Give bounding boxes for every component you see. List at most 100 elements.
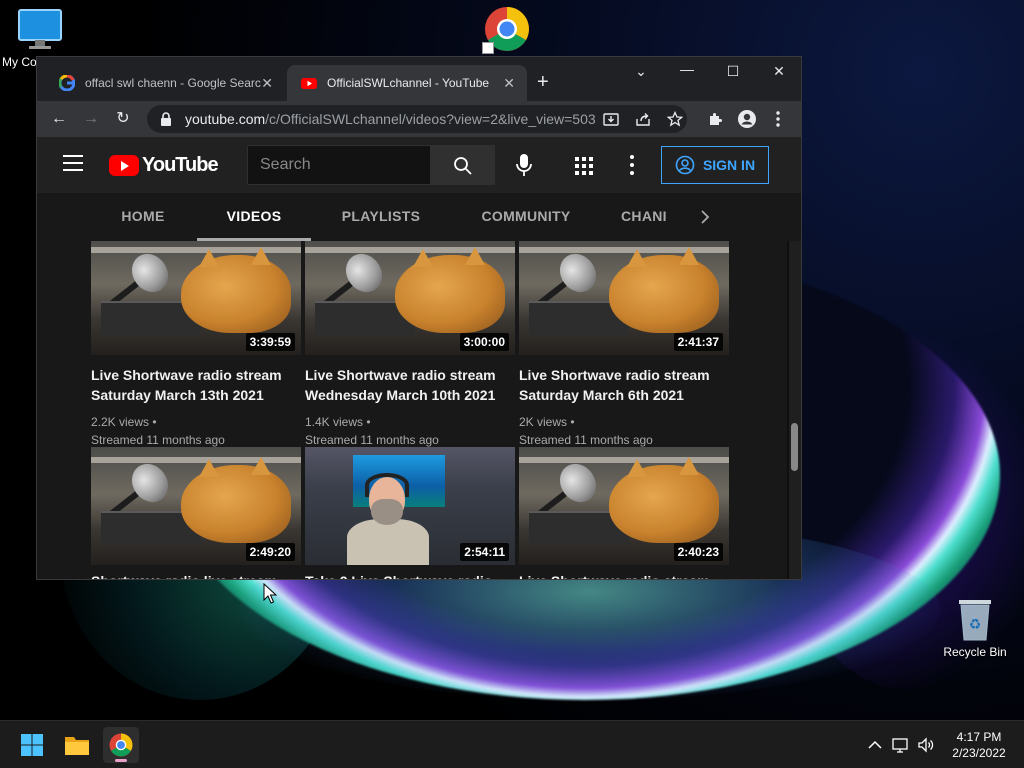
video-card[interactable]: 2:40:23 Live Shortwave radio stream	[519, 447, 729, 579]
taskbar: 4:17 PM 2/23/2022	[0, 720, 1024, 768]
tab-community[interactable]: COMMUNITY	[471, 193, 581, 241]
monitor-icon	[18, 9, 62, 49]
search-input[interactable]: Search	[247, 145, 431, 185]
microphone-icon[interactable]	[512, 151, 536, 179]
tab-home[interactable]: HOME	[109, 193, 177, 241]
chrome-icon	[109, 733, 133, 757]
video-card[interactable]: 2:54:11 Take 2 Live Shortwave radio	[305, 447, 515, 579]
chevron-right-icon[interactable]	[695, 207, 715, 227]
taskbar-chrome[interactable]	[103, 727, 139, 763]
video-title-line: Live Shortwave radio stream	[91, 367, 282, 383]
duration-badge: 3:39:59	[245, 333, 295, 351]
reload-button[interactable]: ↻	[113, 109, 133, 129]
desktop-icon-chrome[interactable]	[482, 6, 530, 54]
youtube-header: YouTube Search SIGN IN	[37, 137, 801, 193]
forward-button[interactable]: →	[81, 109, 101, 129]
lock-icon	[161, 112, 171, 126]
duration-badge: 2:40:23	[673, 543, 723, 561]
tab-channels[interactable]: CHANI	[621, 193, 679, 241]
video-title[interactable]: Live Shortwave radio stream	[519, 571, 729, 579]
apps-grid-icon[interactable]	[575, 157, 593, 175]
chevron-up-icon[interactable]	[866, 736, 884, 754]
page-scrollbar[interactable]	[789, 241, 801, 579]
close-icon[interactable]: ✕	[503, 75, 515, 92]
svg-text:♻: ♻	[969, 617, 982, 633]
duration-badge: 2:41:37	[673, 333, 723, 351]
video-thumbnail[interactable]: 2:40:23	[519, 447, 729, 565]
active-app-indicator	[115, 759, 127, 762]
minimize-button[interactable]: —	[673, 61, 701, 77]
url-host: youtube.com	[185, 111, 266, 127]
sign-in-label: SIGN IN	[702, 157, 756, 173]
mouse-cursor-icon	[263, 583, 277, 604]
desktop-icon-recycle-bin[interactable]: ♻ Recycle Bin	[940, 596, 1010, 659]
close-window-button[interactable]: ✕	[765, 63, 793, 80]
duration-badge: 2:49:20	[245, 543, 295, 561]
video-title-line: Live Shortwave radio stream	[519, 367, 710, 383]
extensions-icon[interactable]	[707, 111, 723, 127]
video-title[interactable]: Live Shortwave radio stream Saturday Mar…	[91, 365, 301, 405]
video-card[interactable]: 2:49:20 Shortwave radio live stream	[91, 447, 301, 579]
video-thumbnail[interactable]: 2:41:37	[519, 241, 729, 355]
tab-google-search[interactable]: offacl swl chaenn - Google Searc ✕	[45, 65, 285, 101]
tab-label: OfficialSWLchannel - YouTube	[327, 76, 490, 90]
video-title[interactable]: Live Shortwave radio stream Wednesday Ma…	[305, 365, 515, 405]
chrome-window: offacl swl chaenn - Google Searc ✕ Offic…	[36, 56, 802, 580]
tab-strip: offacl swl chaenn - Google Searc ✕ Offic…	[37, 57, 801, 101]
video-title-line: Wednesday March 10th 2021	[305, 387, 496, 403]
close-icon[interactable]: ✕	[261, 75, 273, 92]
video-thumbnail[interactable]: 2:49:20	[91, 447, 301, 565]
address-bar[interactable]: youtube.com/c/OfficialSWLchannel/videos?…	[147, 105, 687, 133]
video-thumbnail[interactable]: 3:39:59	[91, 241, 301, 355]
video-thumbnail[interactable]: 3:00:00	[305, 241, 515, 355]
shortcut-arrow-icon	[482, 42, 494, 54]
start-button[interactable]	[14, 727, 50, 763]
tab-playlists[interactable]: PLAYLISTS	[331, 193, 431, 241]
video-meta: 2K views • Streamed 11 months ago	[519, 413, 729, 449]
duration-badge: 3:00:00	[459, 333, 509, 351]
view-count: 2.2K views	[91, 415, 150, 429]
recycle-bin-icon: ♻	[959, 600, 991, 641]
clock-date: 2/23/2022	[952, 746, 1006, 760]
video-thumbnail[interactable]: 2:54:11	[305, 447, 515, 565]
video-title[interactable]: Shortwave radio live stream	[91, 571, 301, 579]
video-card[interactable]: 3:00:00 Live Shortwave radio stream Wedn…	[305, 241, 515, 449]
bookmark-star-icon[interactable]	[667, 111, 683, 127]
youtube-logo[interactable]: YouTube	[109, 154, 219, 177]
volume-icon[interactable]	[917, 736, 935, 754]
sign-in-button[interactable]: SIGN IN	[661, 146, 769, 184]
file-explorer-icon	[65, 737, 89, 755]
tab-videos[interactable]: VIDEOS	[197, 193, 311, 241]
url-path: /c/OfficialSWLchannel/videos?view=2&live…	[265, 111, 596, 127]
chevron-down-icon[interactable]: ⌄	[627, 63, 655, 80]
youtube-icon	[301, 78, 317, 89]
network-icon[interactable]	[892, 736, 910, 754]
back-button[interactable]: ←	[49, 109, 69, 129]
youtube-logo-text: YouTube	[142, 154, 219, 176]
tab-youtube[interactable]: OfficialSWLchannel - YouTube ✕	[287, 65, 527, 101]
video-title[interactable]: Live Shortwave radio stream Saturday Mar…	[519, 365, 729, 405]
duration-badge: 2:54:11	[460, 543, 509, 561]
video-title-line: Shortwave radio live stream	[91, 571, 301, 579]
video-card[interactable]: 2:41:37 Live Shortwave radio stream Satu…	[519, 241, 729, 449]
taskbar-file-explorer[interactable]	[59, 727, 95, 763]
video-title-line: Live Shortwave radio stream	[305, 367, 496, 383]
video-title-line: Saturday March 6th 2021	[519, 387, 684, 403]
system-clock[interactable]: 4:17 PM 2/23/2022	[944, 729, 1014, 761]
scrollbar-thumb[interactable]	[791, 423, 798, 471]
search-icon	[454, 157, 472, 175]
google-icon	[59, 75, 75, 91]
search-button[interactable]	[431, 145, 495, 185]
new-tab-button[interactable]: +	[537, 71, 549, 94]
video-title[interactable]: Take 2 Live Shortwave radio	[305, 571, 515, 579]
profile-icon[interactable]	[737, 109, 757, 129]
maximize-button[interactable]: ☐	[719, 63, 747, 80]
browser-toolbar: ← → ↻ youtube.com/c/OfficialSWLchannel/v…	[37, 101, 801, 137]
video-card[interactable]: 3:39:59 Live Shortwave radio stream Satu…	[91, 241, 301, 449]
share-icon[interactable]	[635, 111, 651, 127]
hamburger-menu-icon[interactable]	[63, 155, 83, 176]
more-menu-icon[interactable]	[775, 110, 781, 128]
settings-dots-icon[interactable]	[629, 154, 635, 176]
view-count: 1.4K views	[305, 415, 364, 429]
install-icon[interactable]	[603, 111, 619, 127]
